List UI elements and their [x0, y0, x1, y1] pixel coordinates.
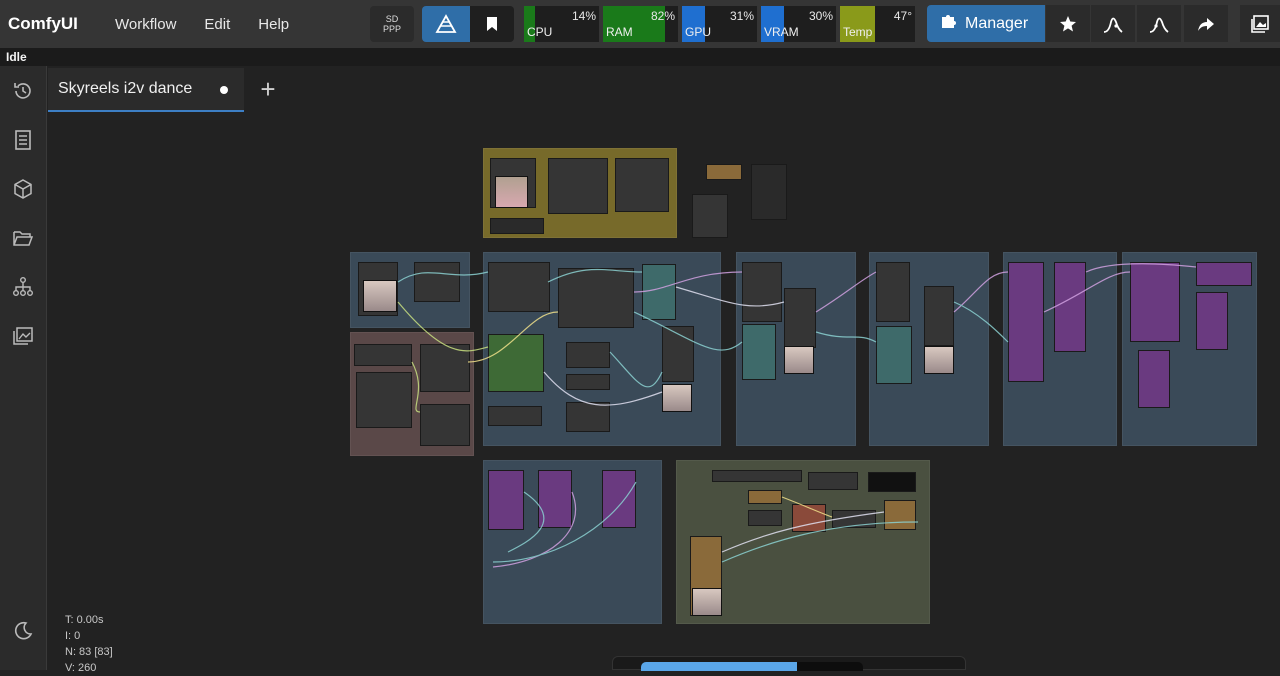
stat-iterations: I: 0 [65, 630, 81, 642]
signal-curve-icon [1149, 17, 1169, 33]
new-tab-button[interactable]: + [256, 74, 280, 104]
gpu-monitor: 31% GPU [682, 6, 757, 42]
cpu-label: CPU [527, 25, 553, 39]
plus-icon: + [260, 74, 276, 104]
workflows-button[interactable] [10, 225, 36, 251]
theme-toggle-button[interactable] [10, 618, 36, 644]
bookmark-icon [487, 17, 497, 31]
app-logo: ComfyUI [8, 14, 78, 33]
stat-nodes: N: 83 [83] [65, 646, 113, 658]
workflow-tab[interactable]: Skyreels i2v dance [48, 68, 244, 112]
temp-monitor: 47° Temp [840, 6, 915, 42]
bookmark-button[interactable] [470, 6, 514, 42]
folder-open-icon [13, 231, 34, 246]
image-gallery-icon [1251, 14, 1269, 33]
images-icon [13, 327, 33, 345]
manager-button[interactable]: Manager [927, 5, 1045, 42]
cpu-monitor: 14% CPU [524, 6, 599, 42]
share-button[interactable] [1184, 5, 1228, 42]
cube-icon [14, 179, 32, 199]
bottom-panel[interactable] [612, 656, 966, 671]
image-browser-button[interactable] [10, 323, 36, 349]
node-library-button[interactable] [10, 127, 36, 153]
queue-status: Idle [6, 50, 27, 64]
stat-vertices: V: 260 [65, 662, 97, 674]
star-icon [1060, 15, 1076, 31]
node-connections [397, 263, 1197, 568]
toolbar: SDPPP 14% CPU 82% RAM 31% GPU 30% VRAM [370, 5, 919, 43]
sd-ppp-label: SD [385, 14, 399, 24]
queue-icon-button[interactable] [422, 6, 470, 42]
workflow-tab-label: Skyreels i2v dance [58, 80, 193, 97]
left-sidebar [0, 66, 47, 670]
canvas-stats: T: 0.00s I: 0 N: 83 [83] V: 260 [65, 612, 113, 676]
cpu-percent: 14% [571, 9, 596, 23]
sd-ppp-label-2: PPP [382, 24, 401, 34]
history-icon [14, 83, 31, 99]
ram-monitor: 82% RAM [603, 6, 678, 42]
share-arrow-icon [1198, 17, 1214, 31]
puzzle-icon [939, 12, 957, 35]
menu-workflow[interactable]: Workflow [100, 16, 190, 33]
node-map-button[interactable] [10, 274, 36, 300]
gallery-button[interactable] [1240, 5, 1280, 42]
node-signal-button[interactable] [1091, 5, 1135, 42]
ram-percent: 82% [650, 9, 675, 23]
top-menu-bar: ComfyUI Workflow Edit Help SD PPP 14% CPU… [0, 0, 1280, 48]
unsaved-dot-icon[interactable] [220, 86, 228, 94]
manager-label: Manager [965, 14, 1029, 32]
sd-ppp-button[interactable]: SD PPP [370, 6, 414, 42]
temp-label: Temp [843, 25, 873, 39]
model-library-button[interactable] [10, 176, 36, 202]
main-menu: Workflow Edit Help [100, 16, 303, 33]
temp-value: 47° [893, 9, 912, 23]
gpu-percent: 31% [729, 9, 754, 23]
graph-canvas[interactable] [48, 112, 1280, 670]
status-bar: Idle [0, 48, 1280, 66]
sitemap-icon [13, 277, 33, 296]
menu-help[interactable]: Help [244, 16, 303, 33]
book-icon [15, 130, 31, 150]
stat-time: T: 0.00s [65, 614, 104, 626]
gpu-label: GPU [685, 25, 712, 39]
star-button[interactable] [1046, 5, 1090, 42]
vram-label: VRAM [764, 25, 799, 39]
queue-history-button[interactable] [10, 78, 36, 104]
menu-edit[interactable]: Edit [190, 16, 244, 33]
ram-label: RAM [606, 25, 633, 39]
signal-curve-icon [1103, 17, 1123, 33]
node-signal-button-2[interactable] [1137, 5, 1181, 42]
moon-icon [15, 621, 33, 640]
pyramid-icon [435, 14, 457, 33]
vram-percent: 30% [808, 9, 833, 23]
vram-monitor: 30% VRAM [761, 6, 836, 42]
